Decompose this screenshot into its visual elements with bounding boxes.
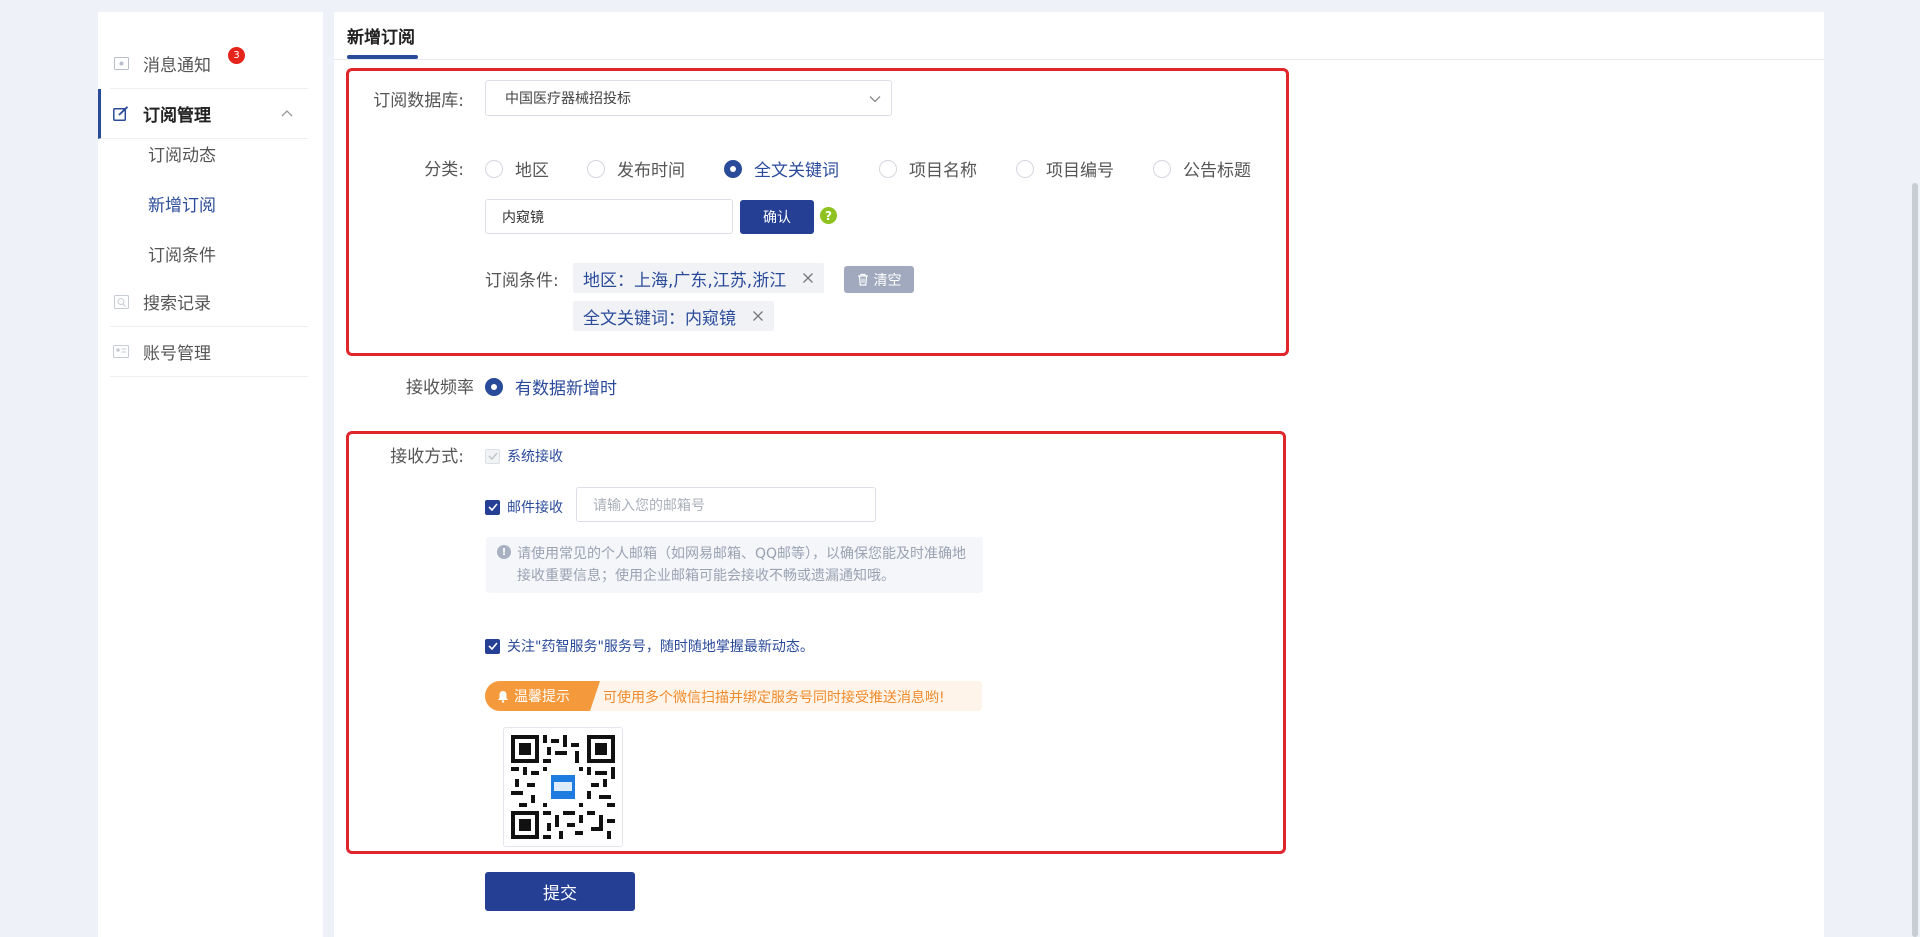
checkbox-label: 关注"药智服务"服务号，随时随地掌握最新动态。 — [507, 639, 814, 655]
tab-underline — [347, 55, 418, 59]
tip-badge-label: 温馨提示 — [514, 689, 570, 705]
radio-frequency-new-data[interactable]: 有数据新增时 — [485, 374, 617, 399]
radio-circle-selected — [724, 159, 742, 178]
radio-project-number[interactable]: 项目编号 — [1016, 156, 1114, 181]
radio-label: 公告标题 — [1183, 161, 1251, 181]
close-icon[interactable] — [802, 272, 814, 284]
confirm-button[interactable]: 确认 — [740, 200, 814, 234]
chevron-up-icon — [281, 110, 293, 117]
bell-icon — [498, 690, 508, 703]
sidebar-subitem-new-subscription[interactable]: 新增订阅 — [148, 191, 216, 216]
radio-label: 有数据新增时 — [515, 379, 617, 399]
condition-tag-text: 地区：上海,广东,江苏,浙江 — [583, 270, 787, 291]
sidebar-item-account[interactable]: 账号管理 — [110, 327, 308, 377]
email-placeholder: 请输入您的邮箱号 — [593, 497, 705, 514]
message-icon — [113, 57, 129, 71]
frequency-label: 接收频率 — [406, 378, 474, 398]
checkbox-box — [485, 448, 500, 464]
email-input[interactable]: 请输入您的邮箱号 — [576, 487, 876, 522]
radio-circle — [485, 159, 503, 178]
radio-notice-title[interactable]: 公告标题 — [1153, 156, 1251, 181]
database-value: 中国医疗器械招投标 — [505, 91, 631, 107]
radio-label: 项目名称 — [909, 161, 977, 181]
help-icon[interactable]: ? — [820, 207, 837, 224]
checkbox-box — [485, 638, 500, 654]
sidebar-item-label: 搜索记录 — [143, 294, 211, 314]
clear-button[interactable]: 清空 — [844, 266, 914, 293]
sidebar-subitem-dynamics[interactable]: 订阅动态 — [148, 141, 216, 166]
trash-icon — [857, 273, 868, 286]
sidebar-subitem-conditions[interactable]: 订阅条件 — [148, 241, 216, 266]
tab-bar: 新增订阅 — [334, 12, 1824, 60]
sidebar-item-notifications[interactable]: 消息通知 3 — [110, 39, 308, 89]
category-label: 分类: — [424, 160, 464, 180]
keyword-input[interactable]: 内窥镜 — [485, 199, 733, 234]
receive-label: 接收方式: — [390, 447, 464, 467]
tab-new-subscription[interactable]: 新增订阅 — [347, 23, 415, 48]
sidebar-item-search-history[interactable]: 搜索记录 — [110, 277, 308, 327]
main-panel: 新增订阅 订阅数据库: 中国医疗器械招投标 分类: 地区 发布时间 全文关键词 … — [334, 12, 1824, 937]
radio-circle — [587, 159, 605, 178]
conditions-label: 订阅条件: — [485, 271, 559, 291]
radio-project-name[interactable]: 项目名称 — [879, 156, 977, 181]
radio-circle — [1153, 159, 1171, 178]
keyword-input-value: 内窥镜 — [502, 209, 544, 226]
tip-badge: 温馨提示 — [485, 681, 600, 711]
email-notice-text: 请使用常见的个人邮箱（如网易邮箱、QQ邮等），以确保您能及时准确地接收重要信息；… — [517, 546, 967, 584]
condition-tag-region: 地区：上海,广东,江苏,浙江 — [573, 263, 825, 293]
radio-fulltext-keyword[interactable]: 全文关键词 — [724, 156, 839, 181]
system-receive-checkbox: 系统接收 — [485, 446, 563, 466]
radio-circle — [879, 159, 897, 178]
sidebar-item-label: 订阅管理 — [143, 106, 211, 126]
wechat-qr-code — [503, 727, 623, 847]
page-scrollbar[interactable] — [1912, 183, 1918, 937]
tip-text: 可使用多个微信扫描并绑定服务号同时接受推送消息哟! — [603, 690, 945, 706]
radio-label: 全文关键词 — [754, 161, 839, 181]
radio-region[interactable]: 地区 — [485, 156, 549, 181]
email-receive-checkbox[interactable]: 邮件接收 — [485, 497, 563, 517]
close-icon[interactable] — [752, 310, 764, 322]
clear-button-label: 清空 — [873, 272, 902, 289]
checkbox-label: 邮件接收 — [507, 500, 563, 516]
submit-button[interactable]: 提交 — [485, 872, 635, 911]
database-label: 订阅数据库: — [373, 91, 464, 111]
radio-label: 发布时间 — [617, 161, 685, 181]
condition-tag-text: 全文关键词：内窥镜 — [583, 308, 736, 329]
search-record-icon — [113, 294, 129, 309]
radio-publish-time[interactable]: 发布时间 — [587, 156, 685, 181]
qr-code-icon — [511, 735, 615, 839]
checkbox-label: 系统接收 — [507, 449, 563, 465]
edit-icon — [113, 106, 129, 121]
tip-bar: 温馨提示 可使用多个微信扫描并绑定服务号同时接受推送消息哟! — [485, 681, 982, 711]
radio-circle — [1016, 159, 1034, 178]
sidebar: 消息通知 3 订阅管理 订阅动态 新增订阅 订阅条件 搜索记录 账号管理 — [98, 12, 323, 937]
sidebar-item-label: 消息通知 — [143, 56, 211, 76]
email-notice: ! 请使用常见的个人邮箱（如网易邮箱、QQ邮等），以确保您能及时准确地接收重要信… — [486, 537, 983, 593]
database-select[interactable]: 中国医疗器械招投标 — [485, 80, 892, 116]
sidebar-item-subscription[interactable]: 订阅管理 — [98, 89, 308, 139]
wechat-follow-checkbox[interactable]: 关注"药智服务"服务号，随时随地掌握最新动态。 — [485, 636, 814, 656]
account-card-icon — [113, 345, 129, 359]
info-icon: ! — [497, 545, 511, 559]
radio-circle-selected — [485, 377, 503, 396]
radio-label: 地区 — [515, 161, 549, 181]
notification-badge: 3 — [228, 47, 245, 64]
checkbox-box — [485, 499, 500, 515]
radio-label: 项目编号 — [1046, 161, 1114, 181]
chevron-down-icon — [869, 96, 881, 103]
condition-tag-keyword: 全文关键词：内窥镜 — [573, 301, 774, 331]
sidebar-item-label: 账号管理 — [143, 344, 211, 364]
